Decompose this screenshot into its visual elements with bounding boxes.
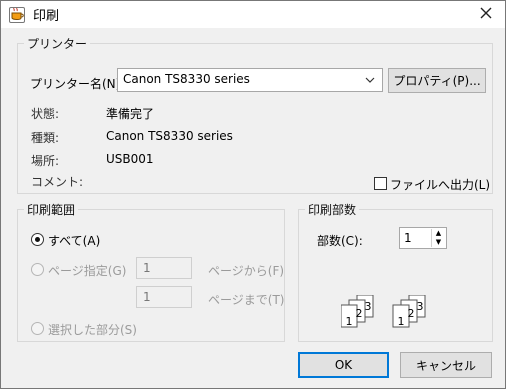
title-bar: 印刷 [1,1,505,28]
collate-set-left: 3 2 1 [341,295,374,328]
location-value: USB001 [106,152,154,166]
properties-button[interactable]: プロパティ(P)... [388,68,486,93]
close-button[interactable] [472,3,500,25]
arrow-up-icon[interactable]: ▲ [432,229,445,238]
printer-group: プリンター プリンター名(N): Canon TS8330 series プロパ… [17,35,493,194]
printer-select-value: Canon TS8330 series [123,72,250,86]
print-to-file-label[interactable]: ファイルへ出力(L) [390,176,490,193]
range-all-radio[interactable] [31,233,44,246]
page-label: 3 [365,300,372,313]
page-to-label: ページまで(T) [208,293,285,307]
status-value: 準備完了 [106,107,155,121]
page-label: 3 [417,300,424,313]
page-label: 2 [356,307,363,320]
printer-group-label: プリンター [27,37,88,51]
copies-label: 部数(C): [317,234,363,248]
type-label: 種類: [31,131,60,145]
copies-value: 1 [404,231,412,245]
print-dialog: 印刷 プリンター プリンター名(N): Canon TS8330 series … [0,0,506,389]
window-title: 印刷 [33,9,60,24]
collate-set-right: 3 2 1 [392,295,426,328]
range-selection-radio[interactable] [31,322,44,335]
copies-group: 印刷部数 部数(C): 1 ▲ ▼ 3 2 1 3 2 1 [298,201,493,342]
printer-select[interactable]: Canon TS8330 series [117,68,383,92]
page-to-input[interactable]: 1 [136,286,192,308]
printer-name-label: プリンター名(N): [30,77,125,91]
copies-group-label: 印刷部数 [308,203,357,217]
page-label: 2 [408,307,415,320]
page-from-label: ページから(F) [208,264,285,278]
print-range-group: 印刷範囲 すべて(A) ページ指定(G) 1 ページから(F) 1 ページまで(… [17,201,285,342]
location-label: 場所: [31,154,60,168]
spinner-buttons: ▲ ▼ [431,229,445,247]
chevron-down-icon [361,72,379,88]
close-icon [480,7,492,22]
range-all-label[interactable]: すべて(A) [48,232,100,249]
type-value: Canon TS8330 series [106,129,233,143]
print-range-group-label: 印刷範囲 [27,203,76,217]
range-selection-label[interactable]: 選択した部分(S) [48,321,137,338]
page-label: 1 [346,315,353,328]
cancel-button[interactable]: キャンセル [400,352,492,378]
range-pages-radio[interactable] [31,263,44,276]
copies-spinner[interactable]: 1 ▲ ▼ [399,227,447,249]
range-pages-label[interactable]: ページ指定(G) [48,262,126,279]
ok-button[interactable]: OK [298,352,389,378]
arrow-down-icon[interactable]: ▼ [432,238,445,247]
print-to-file-checkbox[interactable] [374,177,387,190]
comment-label: コメント: [31,175,84,189]
collate-illustration: 3 2 1 3 2 1 [341,295,426,328]
page-label: 1 [398,315,405,328]
java-cup-icon [9,6,25,23]
page-from-input[interactable]: 1 [136,257,192,279]
status-label: 状態: [31,107,60,121]
